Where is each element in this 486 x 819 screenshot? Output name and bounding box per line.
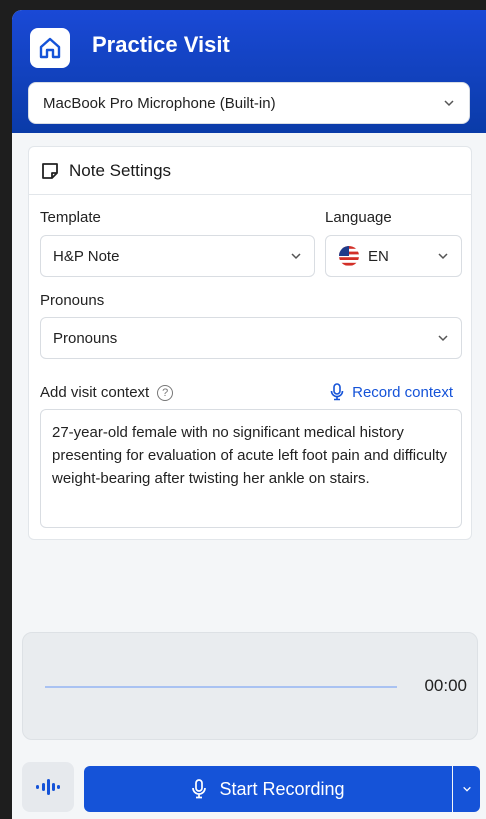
recording-timer: 00:00 bbox=[424, 676, 467, 695]
visit-context-label: Add visit context bbox=[40, 384, 150, 401]
side-panel: Practice Visit MacBook Pro Microphone (B… bbox=[12, 10, 486, 819]
language-select-value: EN bbox=[368, 247, 389, 265]
audio-waveform-icon bbox=[36, 779, 60, 795]
home-icon bbox=[39, 37, 61, 59]
header: Practice Visit MacBook Pro Microphone (B… bbox=[12, 10, 486, 133]
chevron-down-icon bbox=[462, 786, 471, 792]
page-title: Practice Visit bbox=[92, 32, 230, 57]
chevron-down-icon bbox=[438, 253, 448, 260]
record-context-button[interactable]: Record context bbox=[330, 383, 453, 401]
waveform-line bbox=[45, 686, 397, 688]
chevron-down-icon bbox=[438, 335, 448, 342]
visit-context-label-row: Add visit context? bbox=[40, 384, 174, 402]
note-settings-header: Note Settings bbox=[29, 147, 471, 195]
us-flag-icon bbox=[339, 246, 359, 266]
note-settings-title: Note Settings bbox=[69, 160, 172, 180]
template-label: Template bbox=[40, 209, 101, 226]
start-recording-button[interactable]: Start Recording bbox=[84, 766, 452, 812]
chevron-down-icon bbox=[444, 100, 454, 107]
recording-waveform-panel: 00:00 bbox=[22, 632, 478, 740]
microphone-icon bbox=[192, 779, 207, 799]
microphone-select[interactable]: MacBook Pro Microphone (Built-in) bbox=[28, 82, 470, 124]
start-recording-label: Start Recording bbox=[219, 778, 345, 799]
language-label: Language bbox=[325, 209, 392, 226]
audio-levels-button[interactable] bbox=[22, 762, 74, 812]
home-button[interactable] bbox=[30, 28, 70, 68]
note-settings-card: Note Settings Template Language H&P Note bbox=[28, 146, 472, 540]
pronouns-select-value: Pronouns bbox=[53, 329, 118, 347]
recording-options-button[interactable] bbox=[453, 766, 480, 812]
template-select[interactable]: H&P Note bbox=[40, 235, 315, 277]
microphone-icon bbox=[330, 383, 344, 401]
template-select-value: H&P Note bbox=[53, 247, 120, 265]
pronouns-select[interactable]: Pronouns bbox=[40, 317, 462, 359]
chevron-down-icon bbox=[291, 253, 301, 260]
language-select[interactable]: EN bbox=[325, 235, 462, 277]
note-icon bbox=[42, 162, 58, 179]
pronouns-label: Pronouns bbox=[40, 292, 105, 309]
visit-context-textarea[interactable]: 27-year-old female with no significant m… bbox=[40, 409, 462, 528]
microphone-select-value: MacBook Pro Microphone (Built-in) bbox=[43, 94, 276, 112]
record-context-label: Record context bbox=[352, 383, 453, 401]
help-icon[interactable]: ? bbox=[157, 385, 174, 402]
